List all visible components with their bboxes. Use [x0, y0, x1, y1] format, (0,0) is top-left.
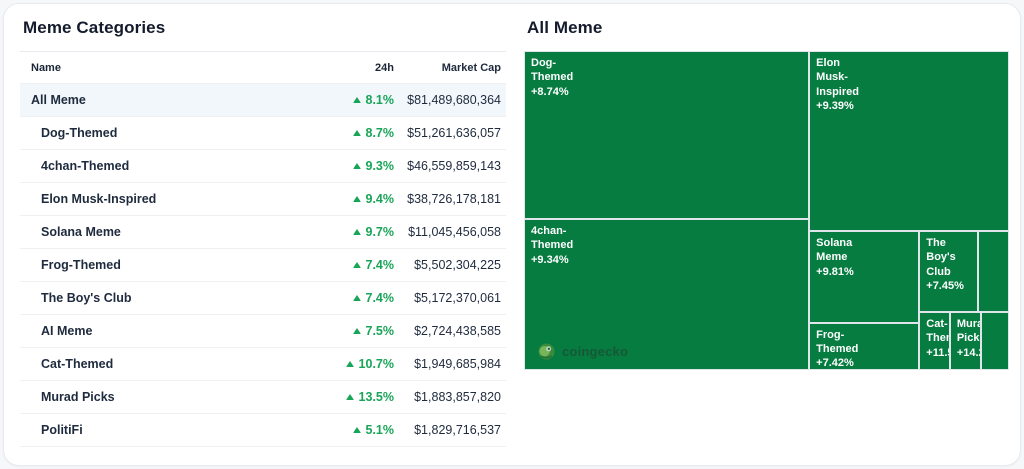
page-title: Meme Categories — [23, 18, 166, 37]
change-24h-value: 9.4% — [365, 192, 395, 206]
change-24h-value: 5.1% — [365, 423, 395, 437]
table-row[interactable]: Frog-Themed 7.4% $5,502,304,225 — [20, 249, 506, 282]
column-header-market-cap: Market Cap — [441, 61, 501, 74]
category-name: 4chan-Themed — [41, 159, 130, 173]
market-cap-value: $51,261,636,057 — [407, 126, 501, 140]
change-24h-cell: 9.4% — [304, 192, 394, 206]
category-name: The Boy's Club — [41, 291, 132, 305]
table-row[interactable]: Solana Meme 9.7% $11,045,456,058 — [20, 216, 506, 249]
category-name: Solana Meme — [41, 225, 121, 239]
category-name: Murad Picks — [41, 390, 115, 404]
category-name: Frog-Themed — [41, 258, 121, 272]
market-cap-value: $2,724,438,585 — [414, 324, 501, 338]
page-card: Meme Categories Name 24h Market Cap All … — [3, 3, 1021, 466]
triangle-up-icon — [352, 427, 361, 433]
treemap-cell-label: Murad Picks +14.25% — [956, 317, 980, 359]
change-24h-cell: 7.5% — [304, 324, 394, 338]
change-24h-cell: 10.7% — [304, 357, 394, 371]
treemap-cell[interactable] — [977, 230, 1009, 312]
table-row[interactable]: AI Meme 7.5% $2,724,438,585 — [20, 315, 506, 348]
change-24h-cell: 5.1% — [304, 423, 394, 437]
market-cap-value: $11,045,456,058 — [408, 225, 501, 239]
change-24h-cell: 7.4% — [304, 291, 394, 305]
meme-treemap: Murad Picks +14.25% Cat- Themed +11.50% Fr… — [524, 51, 1009, 370]
treemap-cell-label: The Boy's Club +7.45% — [926, 236, 964, 292]
treemap-cell-label: Solana Meme +9.81% — [816, 236, 854, 278]
change-24h-value: 9.3% — [365, 159, 395, 173]
change-24h-cell: 8.1% — [304, 93, 394, 107]
change-24h-value: 13.5% — [358, 390, 394, 404]
treemap-title: All Meme — [527, 18, 603, 37]
market-cap-value: $81,489,680,364 — [407, 93, 501, 107]
market-cap-value: $38,726,178,181 — [407, 192, 501, 206]
all-meme-panel: All Meme Murad Picks +14.25% Cat- Themed … — [524, 18, 1009, 370]
triangle-up-icon — [352, 196, 361, 202]
category-name: AI Meme — [41, 324, 93, 338]
table-row[interactable]: PolitiFi 5.1% $1,829,716,537 — [20, 414, 506, 447]
market-cap-value: $5,502,304,225 — [414, 258, 501, 272]
table-row[interactable]: Cat-Themed 10.7% $1,949,685,984 — [20, 348, 506, 381]
treemap-cell-label: Elon Musk- Inspired +9.39% — [816, 57, 859, 112]
table-row[interactable]: 4chan-Themed 9.3% $46,559,859,143 — [20, 150, 506, 183]
triangle-up-icon — [352, 328, 361, 334]
column-header-24h: 24h — [375, 61, 394, 74]
triangle-up-icon — [352, 229, 361, 235]
market-cap-value: $1,949,685,984 — [414, 357, 501, 371]
change-24h-value: 7.4% — [365, 258, 395, 272]
triangle-up-icon — [352, 295, 361, 301]
category-name: PolitiFi — [41, 423, 83, 437]
market-cap-value: $5,172,370,061 — [414, 291, 501, 305]
change-24h-cell: 9.7% — [304, 225, 394, 239]
table-row[interactable]: Dog-Themed 8.7% $51,261,636,057 — [20, 117, 506, 150]
change-24h-value: 10.7% — [358, 357, 394, 371]
category-name: Cat-Themed — [41, 357, 114, 371]
market-cap-value: $1,829,716,537 — [414, 423, 501, 437]
category-name: All Meme — [31, 93, 86, 107]
change-24h-value: 9.7% — [365, 225, 395, 239]
change-24h-value: 7.4% — [365, 291, 395, 305]
triangle-up-icon — [352, 130, 361, 136]
treemap-cell[interactable]: The Boy's Club +7.45% — [919, 230, 978, 312]
treemap-cell[interactable]: Murad Picks +14.25% — [949, 311, 981, 370]
treemap-cell[interactable] — [980, 311, 1009, 370]
change-24h-value: 8.1% — [365, 93, 395, 107]
triangle-up-icon — [345, 394, 354, 400]
treemap-cell[interactable]: Dog- Themed +8.74% — [524, 51, 810, 220]
treemap-cell-label: 4chan- Themed +9.34% — [531, 225, 574, 266]
treemap-cell[interactable]: 4chan- Themed +9.34% — [524, 219, 810, 370]
meme-categories-panel: Meme Categories Name 24h Market Cap All … — [20, 18, 506, 447]
treemap-cell-label: Frog- Themed +7.42% — [816, 328, 859, 370]
table-row[interactable]: Elon Musk-Inspired 9.4% $38,726,178,181 — [20, 183, 506, 216]
change-24h-value: 8.7% — [365, 126, 395, 140]
treemap-cell[interactable]: Frog- Themed +7.42% — [809, 322, 920, 370]
triangle-up-icon — [352, 262, 361, 268]
market-cap-value: $46,559,859,143 — [407, 159, 501, 173]
change-24h-cell: 8.7% — [304, 126, 394, 140]
table-row[interactable]: All Meme 8.1% $81,489,680,364 — [20, 84, 506, 117]
change-24h-cell: 7.4% — [304, 258, 394, 272]
market-cap-value: $1,883,857,820 — [414, 390, 501, 404]
change-24h-cell: 13.5% — [304, 390, 394, 404]
table-row[interactable]: The Boy's Club 7.4% $5,172,370,061 — [20, 282, 506, 315]
category-name: Dog-Themed — [41, 126, 118, 140]
treemap-cell-label: Cat- Themed +11.50% — [926, 317, 949, 359]
treemap-cell[interactable]: Elon Musk- Inspired +9.39% — [809, 51, 1009, 231]
change-24h-cell: 9.3% — [304, 159, 394, 173]
treemap-cell-label: Dog- Themed +8.74% — [531, 57, 574, 98]
category-name: Elon Musk-Inspired — [41, 192, 157, 206]
triangle-up-icon — [352, 163, 361, 169]
table-body: All Meme 8.1% $81,489,680,364 Dog-Themed 8.7… — [20, 84, 506, 447]
table-header-row: Name 24h Market Cap — [20, 51, 506, 84]
categories-table: Name 24h Market Cap All Meme 8.1% $81,489,… — [20, 51, 506, 447]
table-row[interactable]: Murad Picks 13.5% $1,883,857,820 — [20, 381, 506, 414]
change-24h-value: 7.5% — [365, 324, 395, 338]
treemap-cell[interactable]: Solana Meme +9.81% — [809, 230, 920, 323]
triangle-up-icon — [345, 361, 354, 367]
triangle-up-icon — [352, 97, 361, 103]
column-header-name: Name — [31, 61, 61, 74]
treemap-cell[interactable]: Cat- Themed +11.50% — [919, 311, 950, 370]
